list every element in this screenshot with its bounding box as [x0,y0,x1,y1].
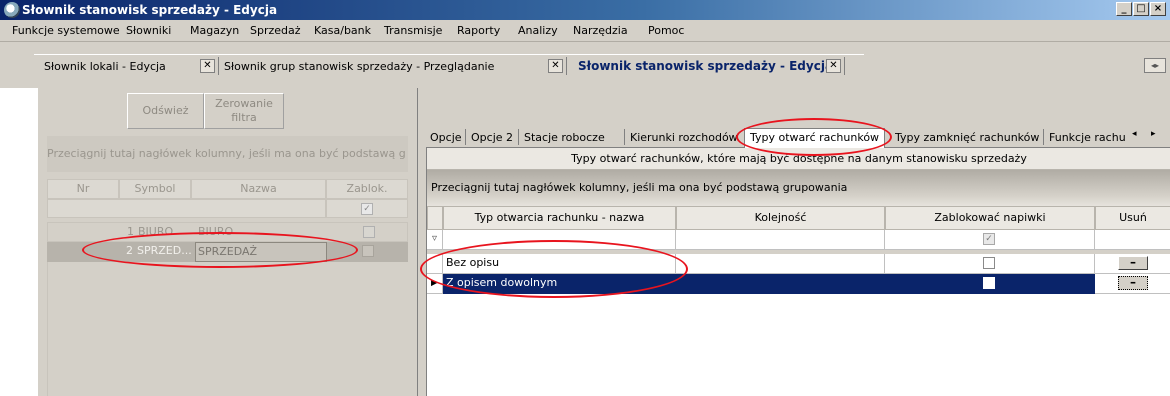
column-header-nazwa[interactable]: Nazwa [191,179,326,199]
menu-pomoc[interactable]: Pomoc [648,24,684,37]
filter-row[interactable] [47,199,326,218]
filter-cell-block-tips[interactable]: ✓ [885,230,1095,250]
tab-divider [566,57,567,75]
maximize-button[interactable]: □ [1133,2,1149,16]
close-icon[interactable]: ✕ [200,59,215,73]
tab-slownik-grup[interactable]: Słownik grup stanowisk sprzedaży - Przeg… [224,60,494,73]
remove-row-button[interactable]: – [1118,276,1148,290]
tab-opcje[interactable]: Opcje [430,131,462,144]
row-order[interactable] [676,254,885,274]
menu-slowniki[interactable]: Słowniki [126,24,171,37]
tab-opcje-2[interactable]: Opcje 2 [471,131,513,144]
tab-divider [844,57,845,75]
annotation-ellipse [736,118,892,156]
menu-funkcje-systemowe[interactable]: Funkcje systemowe [12,24,120,37]
right-detail-panel: Opcje Opcje 2 Stacje robocze Kierunki ro… [418,88,1170,396]
column-header-zablok[interactable]: Zablok. [326,179,408,199]
filter-checkbox[interactable]: ✓ [361,203,373,215]
tab-slownik-lokali[interactable]: Słownik lokali - Edycja [44,60,166,73]
tab-slownik-stanowisk[interactable]: Słownik stanowisk sprzedaży - Edycja [578,59,833,73]
filter-row-icon: ▿ [427,230,443,250]
document-tab-strip: Słownik lokali - Edycja ✕ Słownik grup s… [0,42,1170,88]
reset-filter-label-2: filtra [231,111,257,124]
left-list-panel: Odśwież Zerowanie filtra Przeciągnij tut… [38,88,418,396]
minimize-button[interactable]: _ [1116,2,1132,16]
tab-stacje-robocze[interactable]: Stacje robocze [524,131,605,144]
reset-filter-button[interactable]: Zerowanie filtra [204,93,284,129]
row-indicator-header [427,206,443,230]
tab-divider [218,57,219,75]
close-icon[interactable]: ✕ [826,59,841,73]
block-tips-checkbox[interactable] [983,257,995,269]
row-remove-cell: – [1095,274,1170,294]
block-tips-checkbox[interactable] [983,277,995,289]
menu-bar: Funkcje systemowe Słowniki Magazyn Sprze… [0,20,1170,42]
remove-row-button[interactable]: – [1118,256,1148,270]
row-nr: 1 [127,225,134,238]
tab-scroll-left-icon[interactable]: ◂ [1132,129,1137,139]
group-by-hint: Przeciągnij tutaj nagłówek kolumny, jeśl… [47,136,408,172]
filter-checkbox[interactable]: ✓ [983,233,995,245]
filter-cell-order[interactable] [676,230,885,250]
column-header-block-tips[interactable]: Zablokować napiwki [885,206,1095,230]
row-block-tips-cell [885,254,1095,274]
close-button[interactable]: × [1150,2,1166,16]
close-icon[interactable]: ✕ [548,59,563,73]
tab-typy-zamkniec-rachunkow[interactable]: Typy zamknięć rachunków [895,131,1045,144]
title-bar: Słownik stanowisk sprzedaży - Edycja _ □… [0,0,1170,20]
column-header-order[interactable]: Kolejność [676,206,885,230]
menu-transmisje[interactable]: Transmisje [384,24,442,37]
reset-filter-label-1: Zerowanie [215,97,273,110]
annotation-ellipse [420,240,688,298]
annotation-ellipse [82,232,358,268]
filter-cell-remove [1095,230,1170,250]
app-icon [4,2,20,18]
tab-funkcje-rachunkow[interactable]: Funkcje rachu [1049,131,1129,144]
column-header-symbol[interactable]: Symbol [119,179,191,199]
filter-zablok-cell[interactable]: ✓ [326,199,408,218]
menu-raporty[interactable]: Raporty [457,24,500,37]
menu-sprzedaz[interactable]: Sprzedaż [250,24,301,37]
menu-narzedzia[interactable]: Narzędzia [573,24,628,37]
column-header-remove[interactable]: Usuń [1095,206,1170,230]
menu-magazyn[interactable]: Magazyn [190,24,239,37]
tab-scroll-icon[interactable]: ◂▸ [1144,58,1166,73]
column-header-nr[interactable]: Nr [47,179,119,199]
row-remove-cell: – [1095,254,1170,274]
tab-scroll-right-icon[interactable]: ▸ [1151,129,1156,139]
zablok-checkbox[interactable] [363,226,375,238]
group-by-hint: Przeciągnij tutaj nagłówek kolumny, jeśl… [427,170,1170,206]
menu-kasa-bank[interactable]: Kasa/bank [314,24,371,37]
tab-kierunki-rozchodow[interactable]: Kierunki rozchodów [630,131,740,144]
column-header-name[interactable]: Typ otwarcia rachunku - nazwa [443,206,676,230]
menu-analizy[interactable]: Analizy [518,24,558,37]
zablok-checkbox[interactable] [362,245,374,257]
refresh-button[interactable]: Odśwież [127,93,204,129]
window-title: Słownik stanowisk sprzedaży - Edycja [22,3,278,17]
list-empty-area [47,262,408,396]
